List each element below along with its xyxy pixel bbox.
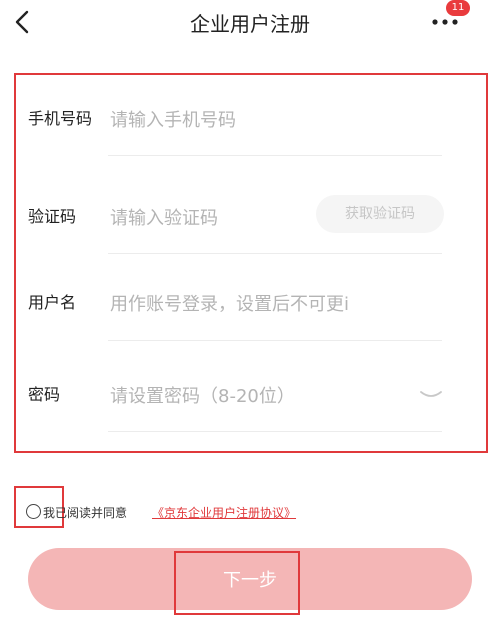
registration-form-highlight: 手机号码 验证码 获取验证码 用户名 密码 (14, 73, 488, 453)
agreement-text: 我已阅读并同意 (43, 506, 128, 520)
agreement-radio[interactable] (26, 504, 41, 519)
username-label: 用户名 (28, 293, 77, 312)
eye-closed-icon[interactable] (418, 389, 444, 401)
phone-label: 手机号码 (28, 109, 93, 128)
more-dots-icon[interactable] (430, 16, 460, 28)
agreement-link[interactable]: 《京东企业用户注册协议》 (152, 504, 296, 521)
notification-badge: 11 (446, 0, 470, 16)
password-input[interactable] (110, 381, 410, 411)
divider (108, 340, 442, 341)
divider (108, 253, 442, 254)
header-bar: 企业用户注册 11 (0, 0, 500, 44)
password-label: 密码 (28, 385, 61, 404)
divider (108, 431, 442, 432)
get-code-button[interactable]: 获取验证码 (316, 195, 444, 233)
divider (108, 155, 442, 156)
username-input[interactable] (110, 289, 414, 319)
phone-input[interactable] (110, 105, 410, 135)
page-title: 企业用户注册 (190, 12, 310, 36)
code-input[interactable] (110, 203, 300, 233)
code-label: 验证码 (28, 207, 77, 226)
next-step-button[interactable] (28, 548, 472, 610)
